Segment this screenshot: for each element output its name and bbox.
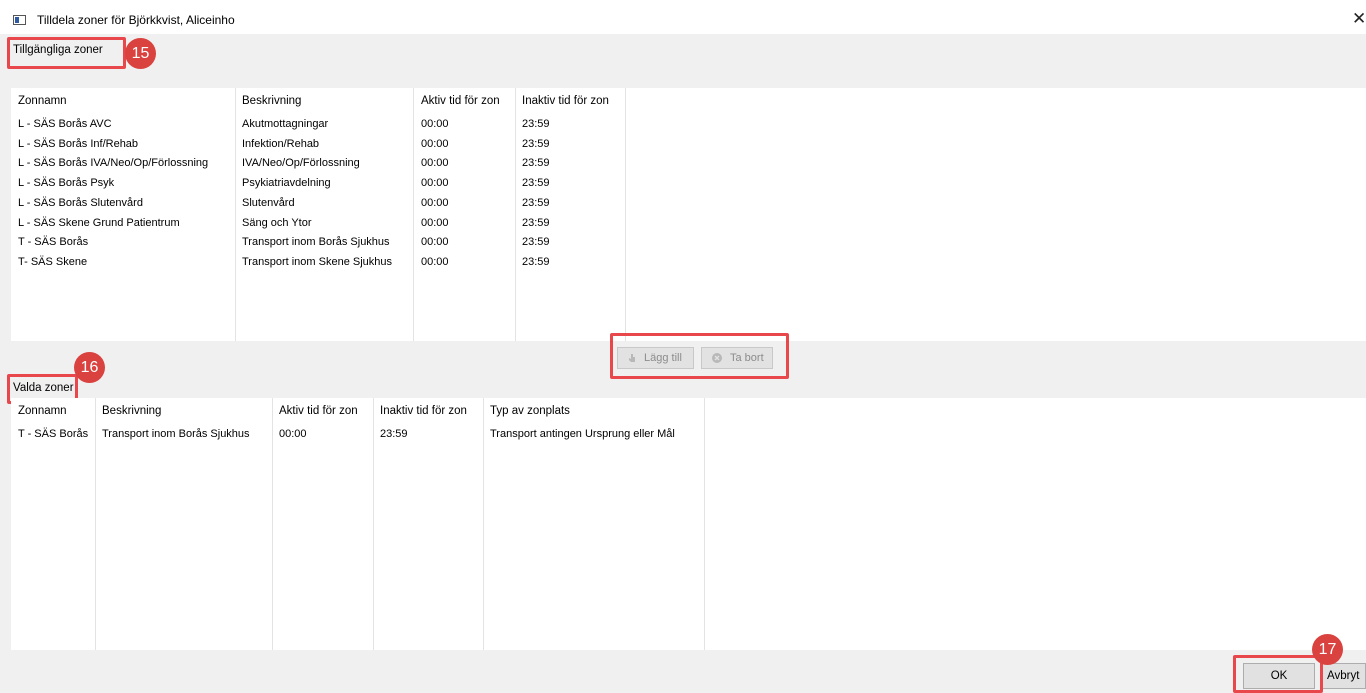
highlight-ok-button [1233, 655, 1323, 693]
available-zones-table: Zonnamn Beskrivning Aktiv tid för zon Inakt… [11, 88, 1366, 341]
selected-header-4[interactable]: Typ av zonplats [490, 405, 570, 417]
app-window-icon [13, 15, 26, 25]
available-cell: Transport inom Skene Sjukhus [242, 255, 392, 268]
available-cell: Akutmottagningar [242, 118, 329, 130]
available-cell: 00:00 [421, 177, 449, 190]
available-cell: L - SÄS Borås Psyk [18, 177, 115, 190]
available-cell: 23:59 [522, 236, 550, 249]
available-cell: 00:00 [421, 137, 449, 150]
selected-cell: Transport inom Borås Sjukhus [102, 428, 250, 440]
selected-cell: Transport antingen Ursprung eller Mål [490, 428, 675, 440]
available-cell: 00:00 [421, 236, 449, 249]
available-cell: 00:00 [421, 196, 449, 209]
available-cell: 23:59 [522, 137, 550, 150]
available-cell: Infektion/Rehab [242, 137, 320, 150]
available-cell: 23:59 [522, 118, 550, 130]
available-cell: L - SÄS Borås Inf/Rehab [18, 137, 139, 150]
available-header-2[interactable]: Aktiv tid för zon [421, 95, 500, 107]
available-cell: Slutenvård [242, 196, 295, 209]
available-cell: 00:00 [421, 255, 449, 268]
available-header-1[interactable]: Beskrivning [242, 95, 301, 107]
available-cell: 23:59 [522, 196, 550, 209]
available-cell: L - SÄS Skene Grund Patientrum [18, 216, 180, 229]
selected-header-3[interactable]: Inaktiv tid för zon [380, 405, 467, 417]
available-cell: Transport inom Borås Sjukhus [242, 236, 390, 249]
available-cell: L - SÄS Borås AVC [18, 118, 112, 130]
highlight-available-label [7, 37, 126, 69]
window-title: Tilldela zoner för Björkkvist, Aliceinho [37, 13, 235, 27]
cancel-button[interactable]: Avbryt [1322, 663, 1366, 689]
available-cell: L - SÄS Borås IVA/Neo/Op/Förlossning [18, 157, 209, 170]
available-cell: 00:00 [421, 216, 449, 229]
selected-zones-table: Zonnamn Beskrivning Aktiv tid för zon Inakt… [11, 398, 1366, 650]
step-badge-15: 15 [125, 38, 156, 69]
available-cell: 23:59 [522, 255, 550, 268]
available-cell: T - SÄS Borås [18, 236, 89, 249]
available-header-3[interactable]: Inaktiv tid för zon [522, 95, 609, 107]
selected-header-0[interactable]: Zonnamn [18, 405, 67, 417]
step-badge-17: 17 [1312, 634, 1343, 665]
close-icon[interactable]: ✕ [1352, 9, 1366, 29]
step-badge-16: 16 [74, 352, 105, 383]
selected-cell: 00:00 [279, 428, 307, 440]
available-cell: L - SÄS Borås Slutenvård [18, 196, 143, 209]
available-cell: 00:00 [421, 118, 449, 130]
highlight-action-buttons [610, 333, 789, 379]
available-cell: Psykiatriavdelning [242, 177, 331, 190]
available-cell: 23:59 [522, 157, 550, 170]
available-cell: 23:59 [522, 216, 550, 229]
selected-header-2[interactable]: Aktiv tid för zon [279, 405, 358, 417]
selected-header-1[interactable]: Beskrivning [102, 405, 161, 417]
selected-cell: 23:59 [380, 428, 408, 440]
available-cell: Säng och Ytor [242, 216, 312, 229]
available-cell: 00:00 [421, 157, 449, 170]
selected-cell: T - SÄS Borås [18, 428, 89, 440]
available-cell: T- SÄS Skene [18, 255, 88, 268]
available-header-0[interactable]: Zonnamn [18, 95, 67, 107]
available-cell: 23:59 [522, 177, 550, 190]
available-cell: IVA/Neo/Op/Förlossning [242, 157, 360, 170]
